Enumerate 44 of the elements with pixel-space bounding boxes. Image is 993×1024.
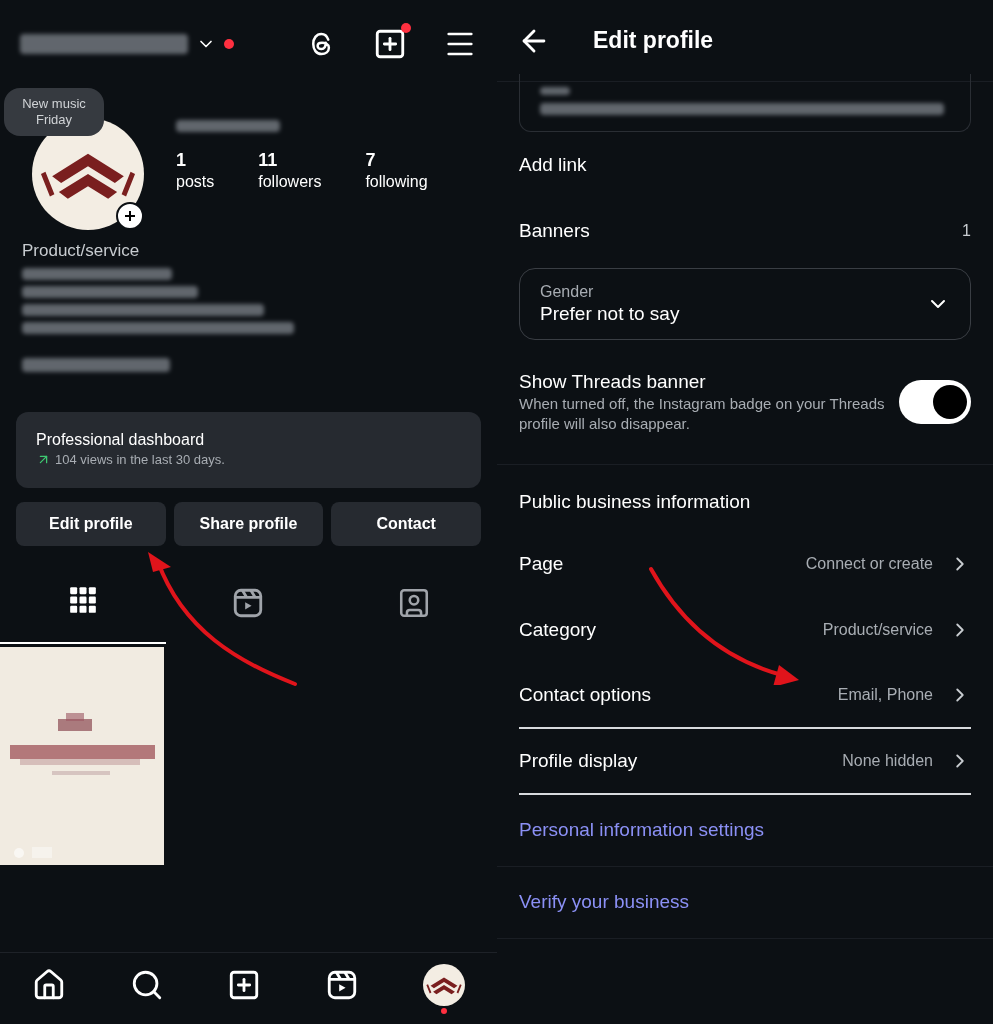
profile-avatar: [423, 963, 466, 1006]
screen-title: Edit profile: [593, 26, 714, 56]
settings-row[interactable]: Profile display None hidden: [519, 729, 971, 795]
stat-label: followers: [258, 172, 322, 192]
dashboard-subtitle: 104 views in the last 30 days.: [55, 450, 225, 469]
row-value: None hidden: [842, 751, 933, 771]
row-label[interactable]: Add link: [519, 150, 587, 180]
grid-icon[interactable]: [68, 585, 97, 614]
stat-count: 11: [258, 149, 279, 172]
stat-label: posts: [176, 172, 215, 192]
profile-action-button[interactable]: Contact: [331, 501, 481, 546]
settings-link[interactable]: Personal information settings: [519, 816, 764, 845]
profile-action-button[interactable]: Share profile: [173, 501, 324, 546]
dashboard-title: Professional dashboard: [36, 429, 206, 450]
stat-label: following: [365, 172, 428, 192]
add-story-icon[interactable]: [116, 202, 144, 230]
toggle-switch[interactable]: [899, 380, 971, 424]
row-label: Page: [519, 551, 564, 576]
gender-dropdown[interactable]: Gender Prefer not to say: [519, 268, 971, 340]
settings-row[interactable]: Category Product/service: [519, 597, 971, 663]
settings-row[interactable]: Page Connect or create: [519, 531, 971, 597]
row-value: Connect or create: [805, 554, 933, 574]
row-label: Contact options: [519, 682, 652, 707]
setting-title: Show Threads banner: [519, 370, 707, 394]
row-value: 1: [962, 221, 971, 241]
stat-count: 7: [365, 149, 377, 172]
category-label: Product/service: [22, 240, 141, 262]
section-title: Public business information: [519, 489, 751, 514]
field-value: Prefer not to say: [540, 302, 680, 326]
row-label: Category: [519, 617, 597, 642]
settings-link[interactable]: Verify your business: [519, 888, 690, 917]
dashboard-card[interactable]: Professional dashboard 104 views in the last 30 days.: [16, 411, 481, 488]
bio-field[interactable]: [519, 74, 971, 132]
note-bubble[interactable]: New music Friday: [4, 88, 104, 136]
row-value: Product/service: [822, 620, 933, 640]
setting-description: When turned off, the Instagram badge on your Threads profile will also disappear.: [519, 394, 886, 434]
field-label: Gender: [540, 282, 595, 302]
create-icon[interactable]: [373, 27, 407, 61]
stat-count: 1: [176, 149, 187, 172]
row-label: Profile display: [519, 748, 638, 773]
row-label[interactable]: Banners: [519, 216, 590, 246]
blurred-text: [540, 87, 570, 95]
profile-action-button[interactable]: Edit profile: [16, 501, 166, 546]
row-value: Email, Phone: [837, 685, 933, 705]
